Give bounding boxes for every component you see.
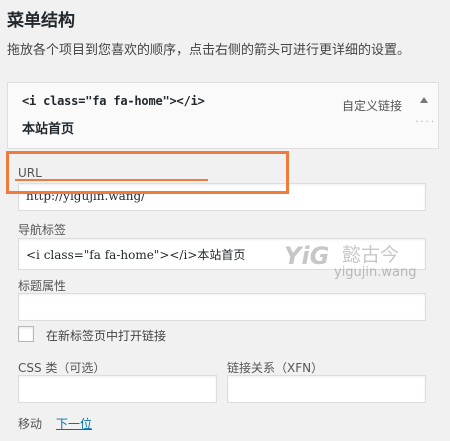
watermark-logo: YiG <box>284 242 330 270</box>
watermark-text: 懿古今 <box>342 244 400 266</box>
drag-dots-icon: ···· <box>415 117 436 128</box>
title-attribute-label: 标题属性 <box>18 279 67 293</box>
xfn-label: 链接关系（XFN） <box>227 361 324 375</box>
watermark: YiG 懿古今 yigujin.wang <box>284 240 446 286</box>
move-down-link[interactable]: 下一位 <box>56 415 92 432</box>
menu-item-type: 自定义链接 <box>341 99 402 113</box>
highlight-frame <box>6 151 289 194</box>
section-description: 拖放各个项目到您喜欢的顺序，点击右侧的箭头可进行更详细的设置。 <box>7 43 411 58</box>
highlight-underline <box>15 179 208 181</box>
page-title: 菜单结构 <box>7 11 75 31</box>
collapse-arrow-icon[interactable] <box>420 97 428 103</box>
nav-label-label: 导航标签 <box>18 223 67 237</box>
menu-item-title: 本站首页 <box>22 122 75 137</box>
new-tab-checkbox[interactable] <box>18 326 34 342</box>
title-attribute-field[interactable] <box>18 293 426 321</box>
menu-item-title-code: <i class="fa fa-home"></i> <box>22 94 205 108</box>
new-tab-label: 在新标签页中打开链接 <box>46 329 167 343</box>
watermark-url: yigujin.wang <box>334 265 417 280</box>
css-classes-field[interactable] <box>18 375 217 403</box>
xfn-field[interactable] <box>227 375 426 403</box>
css-classes-label: CSS 类（可选） <box>18 361 106 375</box>
move-label: 移动 <box>18 417 43 431</box>
menu-item-handle[interactable]: <i class="fa fa-home"></i> 本站首页 自定义链接 ··… <box>7 82 439 149</box>
